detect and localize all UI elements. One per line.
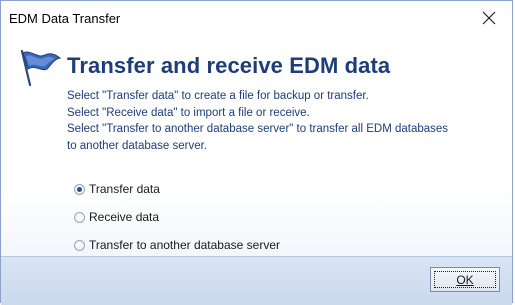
description-line: Select "Receive data" to import a file o… — [67, 106, 310, 119]
description-line: Select "Transfer data" to create a file … — [67, 90, 369, 102]
ok-label: OK — [456, 272, 474, 287]
option-label: Transfer data — [89, 182, 160, 196]
transfer-options: Transfer data Receive data Transfer to a… — [74, 175, 280, 259]
option-receive-data[interactable]: Receive data — [74, 203, 280, 231]
radio-receive-data[interactable] — [74, 211, 85, 223]
title-bar: EDM Data Transfer — [1, 1, 512, 37]
description-line: Select "Transfer to another database ser… — [67, 123, 449, 135]
description: Select "Transfer data" to create a file … — [67, 88, 513, 154]
radio-transfer-to-server[interactable] — [74, 239, 85, 251]
option-label: Receive data — [89, 210, 160, 224]
option-label: Transfer to another database server — [89, 238, 280, 252]
dialog-footer: OK — [1, 256, 512, 305]
window-title: EDM Data Transfer — [9, 11, 121, 26]
close-icon — [482, 11, 496, 25]
ok-button[interactable]: OK — [430, 267, 500, 292]
page-title: Transfer and receive EDM data — [67, 53, 391, 78]
close-button[interactable] — [466, 1, 512, 35]
dialog-window: EDM Data Transfer Transfer and receive E… — [0, 0, 513, 305]
description-line: to another database server. — [67, 139, 208, 152]
flag-icon — [20, 49, 62, 87]
dialog-content: Transfer and receive EDM data Select "Tr… — [1, 37, 512, 256]
radio-transfer-data[interactable] — [74, 183, 85, 195]
option-transfer-to-server[interactable]: Transfer to another database server — [74, 231, 280, 259]
option-transfer-data[interactable]: Transfer data — [74, 175, 280, 203]
